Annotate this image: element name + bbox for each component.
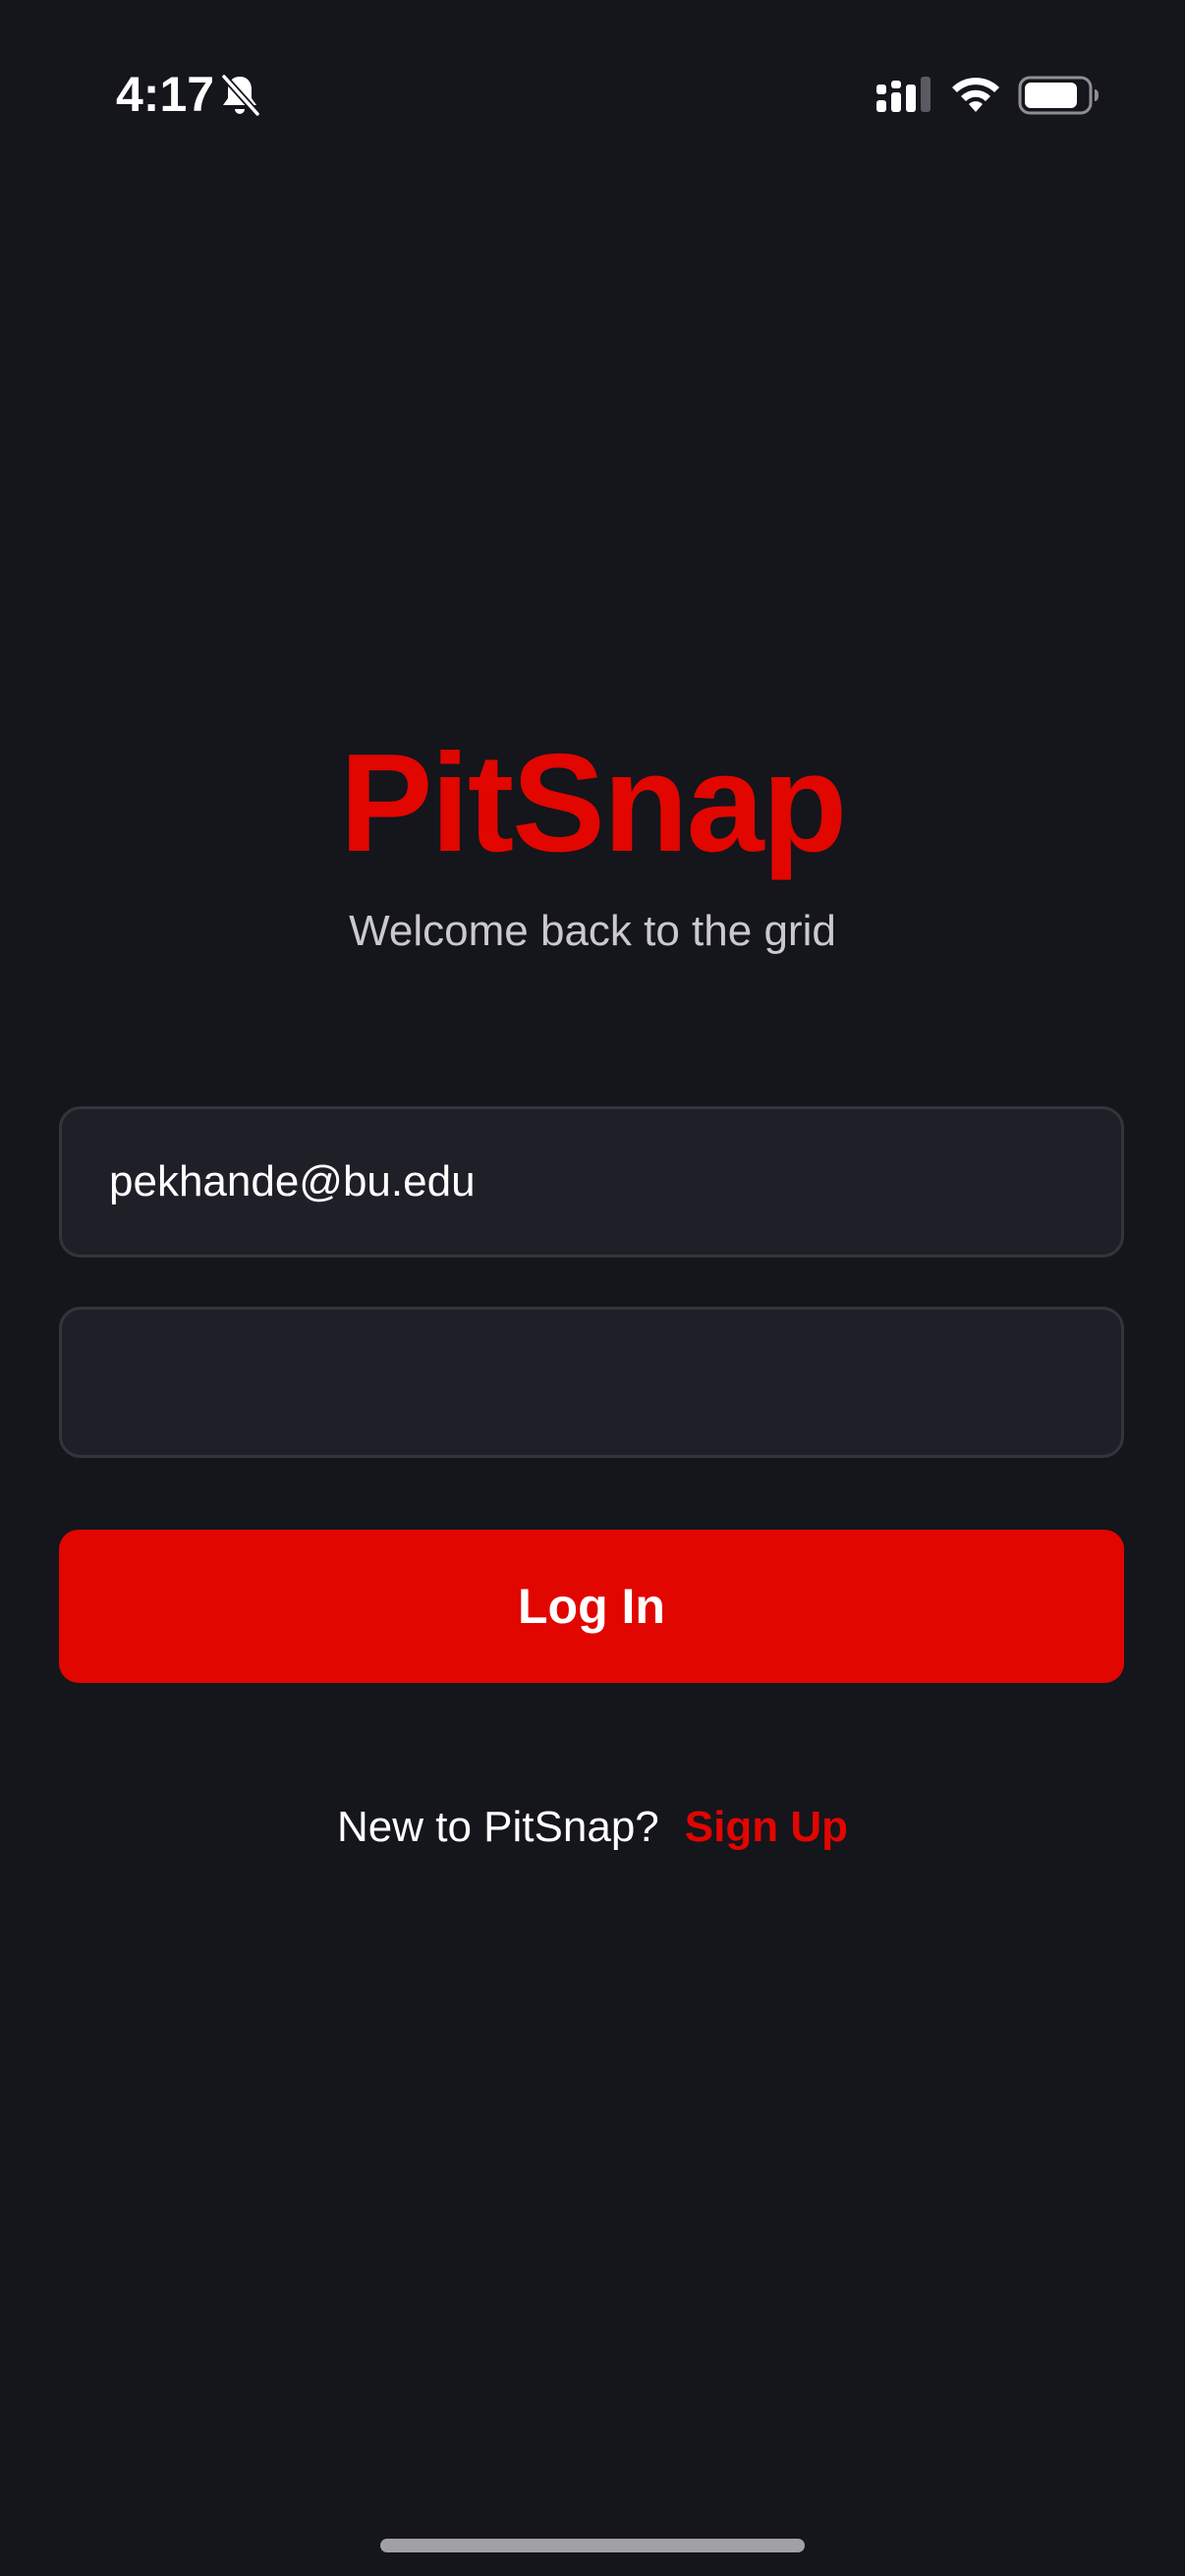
- signup-prompt: New to PitSnap?: [337, 1803, 659, 1851]
- signup-row: New to PitSnap? Sign Up: [0, 1798, 1185, 1857]
- status-bar: 4:17: [0, 0, 1185, 147]
- app-logo-title: PitSnap: [339, 725, 848, 881]
- welcome-subtitle: Welcome back to the grid: [349, 907, 836, 955]
- battery-icon: [1018, 76, 1099, 115]
- bell-off-icon: [221, 74, 260, 117]
- login-button[interactable]: Log In: [59, 1530, 1124, 1683]
- signup-link[interactable]: Sign Up: [685, 1803, 848, 1851]
- email-field[interactable]: [59, 1106, 1124, 1258]
- home-indicator[interactable]: [380, 2539, 805, 2552]
- login-screen: 4:17 PitSnap Welcome back to the grid pe…: [0, 0, 1185, 2576]
- password-field[interactable]: [59, 1307, 1124, 1458]
- wifi-icon: [952, 78, 999, 112]
- signal-icon: [876, 77, 931, 112]
- status-time: 4:17: [116, 67, 215, 122]
